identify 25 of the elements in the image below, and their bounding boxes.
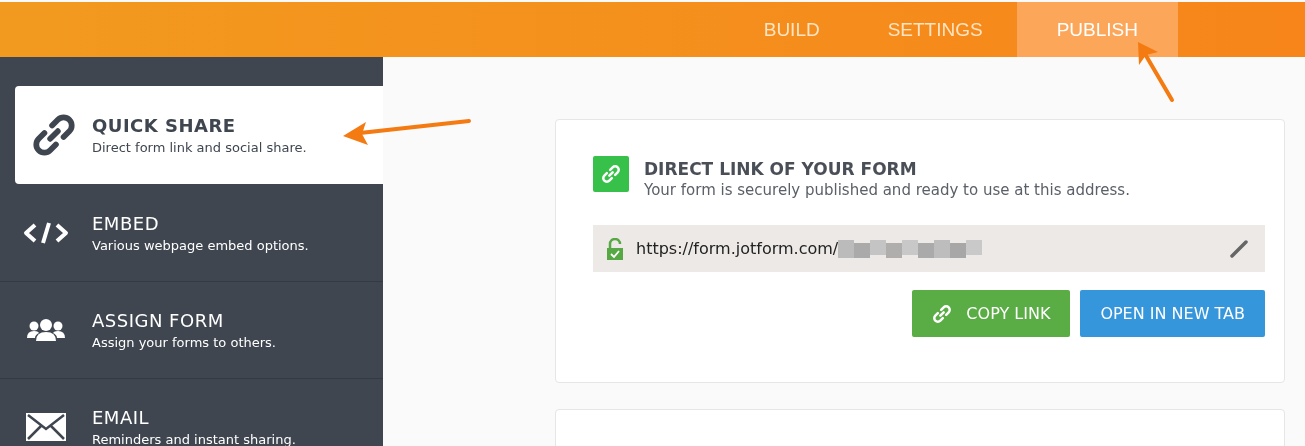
item-description: Various webpage embed options. (92, 237, 309, 253)
item-title: QUICK SHARE (92, 115, 237, 136)
item-title: ASSIGN FORM (92, 310, 225, 331)
sidebar-item[interactable]: EMAIL Reminders and instant sharing. (0, 378, 383, 446)
item-title: EMBED (92, 212, 160, 234)
envelope-icon (26, 413, 66, 441)
sidebar-item[interactable]: QUICK SHARE Direct form link and social share. (15, 86, 383, 184)
people-icon (27, 319, 65, 341)
pencil-icon[interactable] (1229, 238, 1249, 259)
card-subtitle: Your form is securely published and ready to use at this address. (644, 181, 1130, 199)
code-icon (23, 220, 69, 245)
url-field[interactable]: https://form.jotform.com/ (593, 225, 1265, 272)
link-icon (30, 112, 77, 158)
url-text: https://form.jotform.com/ (636, 239, 839, 258)
item-description: Assign your forms to others. (92, 335, 276, 350)
card-title: DIRECT LINK OF YOUR FORM (644, 159, 918, 179)
sidebar-item[interactable]: ASSIGN FORM Assign your forms to others. (0, 281, 383, 378)
item-title: EMAIL (92, 407, 151, 428)
sidebar-item[interactable]: EMBED Various webpage embed options. (0, 184, 383, 281)
lock-icon (606, 237, 624, 260)
item-description: Reminders and instant sharing. (92, 432, 296, 446)
item-description: Direct form link and social share. (92, 140, 307, 155)
link-icon (932, 303, 953, 324)
annotation-arrow (1138, 42, 1174, 102)
link-icon (593, 156, 629, 192)
